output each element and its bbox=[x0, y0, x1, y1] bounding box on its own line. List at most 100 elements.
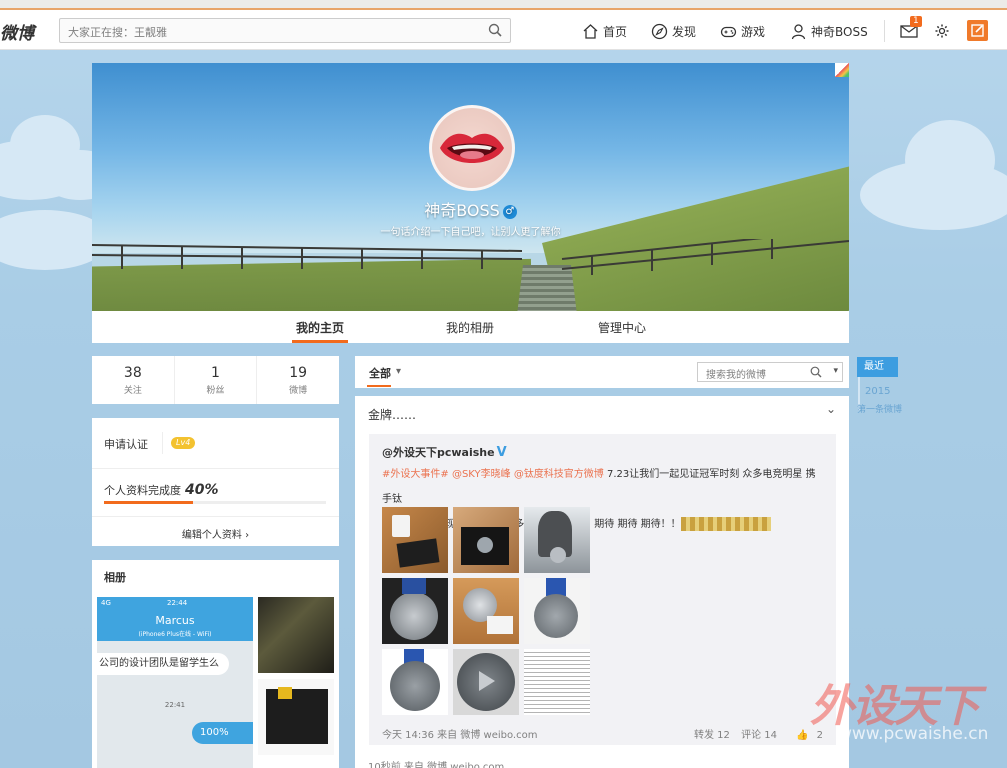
mention-link[interactable]: @SKY李晓峰 bbox=[452, 469, 511, 480]
compose-button[interactable] bbox=[967, 20, 988, 41]
nav-games[interactable]: 游戏 bbox=[720, 22, 765, 40]
chat-contact-status: (iPhone6 Plus在线 - WiFi) bbox=[138, 631, 212, 638]
level-badge[interactable]: Lv4 bbox=[171, 437, 196, 449]
mail-badge: 1 bbox=[910, 16, 922, 27]
nav-discover-label: 发现 bbox=[672, 24, 697, 39]
post-image-eagle[interactable] bbox=[524, 507, 590, 573]
search-icon[interactable] bbox=[488, 23, 502, 37]
profile-tabs: 我的主页 我的相册 管理中心 bbox=[92, 311, 849, 343]
nav-divider bbox=[884, 20, 885, 42]
repost-actions: 转发 12 评论 14 👍 2 bbox=[686, 726, 823, 741]
timeline-first-post[interactable]: 第一条微博 bbox=[857, 402, 902, 415]
stat-weibo-label: 微博 bbox=[289, 386, 308, 396]
comment-button[interactable]: 评论 14 bbox=[741, 730, 777, 741]
chat-header: 4G 22:44 Marcus (iPhone6 Plus在线 - WiFi) bbox=[97, 597, 253, 641]
feed-search-placeholder: 搜索我的微博 bbox=[706, 370, 766, 381]
chevron-down-icon[interactable]: ⌄ bbox=[826, 402, 836, 416]
cover-fence bbox=[92, 239, 849, 275]
gamepad-icon bbox=[720, 26, 737, 37]
chevron-down-icon[interactable]: ▾ bbox=[396, 366, 401, 377]
edit-profile-link[interactable]: 编辑个人资料 › bbox=[92, 526, 339, 541]
apply-verify-link[interactable]: 申请认证 bbox=[104, 436, 148, 452]
post-image-medal-card[interactable] bbox=[453, 578, 519, 644]
profile-name-text: 神奇BOSS bbox=[424, 201, 500, 220]
search-icon[interactable] bbox=[810, 366, 822, 378]
phone-status-bar: 4G 22:44 bbox=[101, 599, 249, 607]
repost-meta: 今天 14:36 来自 微博 weibo.com bbox=[382, 730, 538, 741]
nav-user[interactable]: 神奇BOSS bbox=[790, 22, 868, 40]
divider bbox=[92, 516, 339, 517]
emoji-icon bbox=[680, 517, 771, 531]
timeline-year[interactable]: 2015 bbox=[865, 386, 890, 397]
yellow-label bbox=[278, 687, 292, 699]
profile-intro[interactable]: 一句话介绍一下自己吧，让别人更了解你 bbox=[92, 223, 849, 238]
dropdown-arrow-icon[interactable]: ▾ bbox=[833, 366, 838, 376]
album-photo-box[interactable] bbox=[258, 679, 334, 755]
lips-avatar-image bbox=[440, 133, 504, 163]
repost-text: #外设大事件# @SKY李晓峰 @钛度科技官方微博 7.23让我们一起见证冠军时… bbox=[382, 462, 822, 537]
post-image-medal-4[interactable] bbox=[453, 649, 519, 715]
nav-home-label: 首页 bbox=[603, 24, 628, 39]
stat-weibo-num: 19 bbox=[289, 365, 308, 381]
progress-bar-fill bbox=[104, 501, 193, 504]
avatar[interactable] bbox=[429, 105, 515, 191]
stat-followers[interactable]: 1 粉丝 bbox=[175, 356, 258, 404]
verify-divider bbox=[162, 432, 163, 454]
tab-manage[interactable]: 管理中心 bbox=[598, 319, 646, 336]
stat-following-num: 38 bbox=[123, 365, 142, 381]
gear-icon[interactable] bbox=[934, 23, 950, 39]
progress-label: 个人资料完成度 bbox=[104, 484, 181, 497]
weibo-post: 金牌…… ⌄ @外设天下pcwaishe V #外设大事件# @SKY李晓峰 @钛… bbox=[355, 396, 849, 768]
progress-value: 40% bbox=[185, 482, 219, 498]
stat-following[interactable]: 38 关注 bbox=[92, 356, 175, 404]
weibo-logo[interactable]: 微博 bbox=[0, 19, 34, 44]
search-input[interactable]: 大家正在搜：王靓雅 bbox=[59, 18, 511, 43]
stat-weibo[interactable]: 19 微博 bbox=[257, 356, 339, 404]
timeline-recent[interactable]: 最近 bbox=[857, 357, 898, 377]
browser-top-strip bbox=[0, 0, 1007, 10]
forward-button[interactable]: 转发 12 bbox=[694, 730, 730, 741]
male-icon: ♂ bbox=[502, 204, 517, 219]
repost-user[interactable]: @外设天下pcwaishe V bbox=[382, 444, 507, 460]
verify-card: 申请认证 Lv4 个人资料完成度 40% 编辑个人资料 › bbox=[92, 418, 339, 546]
stat-followers-num: 1 bbox=[211, 365, 220, 381]
chat-reply-bubble: 100% bbox=[192, 722, 253, 744]
signal-text: 4G bbox=[101, 599, 111, 607]
post-image-medal-2[interactable] bbox=[524, 578, 590, 644]
tab-album[interactable]: 我的相册 bbox=[446, 319, 494, 336]
nav-discover[interactable]: 发现 bbox=[651, 22, 696, 40]
nav-home[interactable]: 首页 bbox=[582, 22, 627, 40]
post-image-medal-1[interactable] bbox=[382, 578, 448, 644]
mention-link[interactable]: @钛度科技官方微博 bbox=[514, 469, 604, 480]
post-meta: 10秒前 来自 微博 weibo.com bbox=[368, 762, 505, 768]
repost-user-name[interactable]: @外设天下pcwaishe bbox=[382, 446, 495, 459]
stat-following-label: 关注 bbox=[123, 386, 142, 396]
black-box-image bbox=[266, 687, 328, 744]
user-icon bbox=[791, 23, 806, 39]
chat-contact-name: Marcus bbox=[155, 614, 195, 627]
progress-bar bbox=[104, 501, 326, 504]
feed-search-input[interactable]: 搜索我的微博 ▾ bbox=[697, 362, 843, 382]
topic-link[interactable]: #外设大事件# bbox=[382, 469, 449, 480]
filter-all-tab[interactable]: 全部 bbox=[367, 365, 391, 387]
search-placeholder: 大家正在搜：王靓雅 bbox=[68, 26, 167, 39]
post-image-text-page[interactable] bbox=[524, 649, 590, 715]
post-image-mug-box[interactable] bbox=[382, 507, 448, 573]
clock-text: 22:44 bbox=[167, 599, 188, 607]
repost-box: @外设天下pcwaishe V #外设大事件# @SKY李晓峰 @钛度科技官方微博… bbox=[369, 434, 836, 745]
nav-user-label: 神奇BOSS bbox=[811, 24, 868, 39]
feed-filter-bar: 全部 ▾ 搜索我的微博 ▾ bbox=[355, 356, 849, 388]
tab-home[interactable]: 我的主页 bbox=[291, 319, 349, 343]
album-photo-night[interactable] bbox=[258, 597, 334, 673]
profile-progress: 个人资料完成度 40% bbox=[104, 482, 219, 498]
divider bbox=[92, 468, 339, 469]
post-image-box-open[interactable] bbox=[453, 507, 519, 573]
verified-icon: V bbox=[496, 445, 507, 460]
stats-card: 38 关注 1 粉丝 19 微博 bbox=[92, 356, 339, 404]
edit-icon bbox=[971, 24, 984, 37]
album-photo-chat[interactable]: 4G 22:44 Marcus (iPhone6 Plus在线 - WiFi) 公… bbox=[97, 597, 253, 768]
skin-switch-icon[interactable] bbox=[835, 63, 849, 77]
chat-bubble: 公司的设计团队是留学生么 bbox=[97, 653, 229, 675]
thumbs-up-icon: 👍 bbox=[796, 730, 809, 741]
post-image-medal-3[interactable] bbox=[382, 649, 448, 715]
